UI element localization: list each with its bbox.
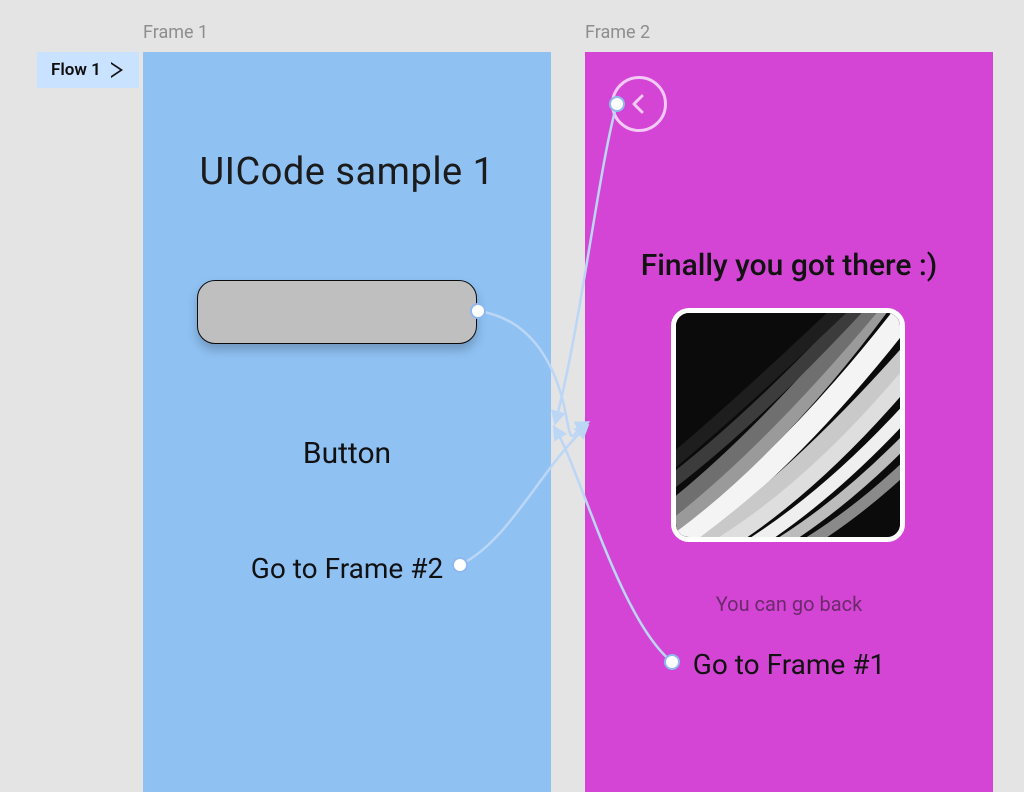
play-icon xyxy=(111,62,125,78)
connection-node[interactable] xyxy=(452,557,468,573)
connection-node[interactable] xyxy=(609,96,625,112)
frame-1[interactable]: UICode sample 1 Button Go to Frame #2 xyxy=(143,52,551,792)
decorative-image[interactable] xyxy=(671,308,905,542)
frame-1-label[interactable]: Frame 1 xyxy=(143,22,208,43)
sample-button[interactable] xyxy=(197,280,477,344)
frame-2-title: Finally you got there :) xyxy=(585,248,993,283)
flow-label: Flow 1 xyxy=(51,60,101,80)
frame-2[interactable]: Finally you got there :) xyxy=(585,52,993,792)
frame-2-label[interactable]: Frame 2 xyxy=(585,22,650,43)
connection-node[interactable] xyxy=(664,654,680,670)
goto-frame-2-link[interactable]: Go to Frame #2 xyxy=(143,552,551,585)
design-canvas[interactable]: Frame 1 Frame 2 Flow 1 UICode sample 1 B… xyxy=(0,0,1024,792)
goto-frame-1-link[interactable]: Go to Frame #1 xyxy=(585,648,993,681)
chevron-left-icon xyxy=(627,92,651,116)
frame-1-title: UICode sample 1 xyxy=(143,150,551,194)
frame-2-caption: You can go back xyxy=(585,592,993,616)
button-label-text[interactable]: Button xyxy=(143,436,551,471)
flow-start-badge[interactable]: Flow 1 xyxy=(37,52,139,88)
connection-node[interactable] xyxy=(470,303,486,319)
